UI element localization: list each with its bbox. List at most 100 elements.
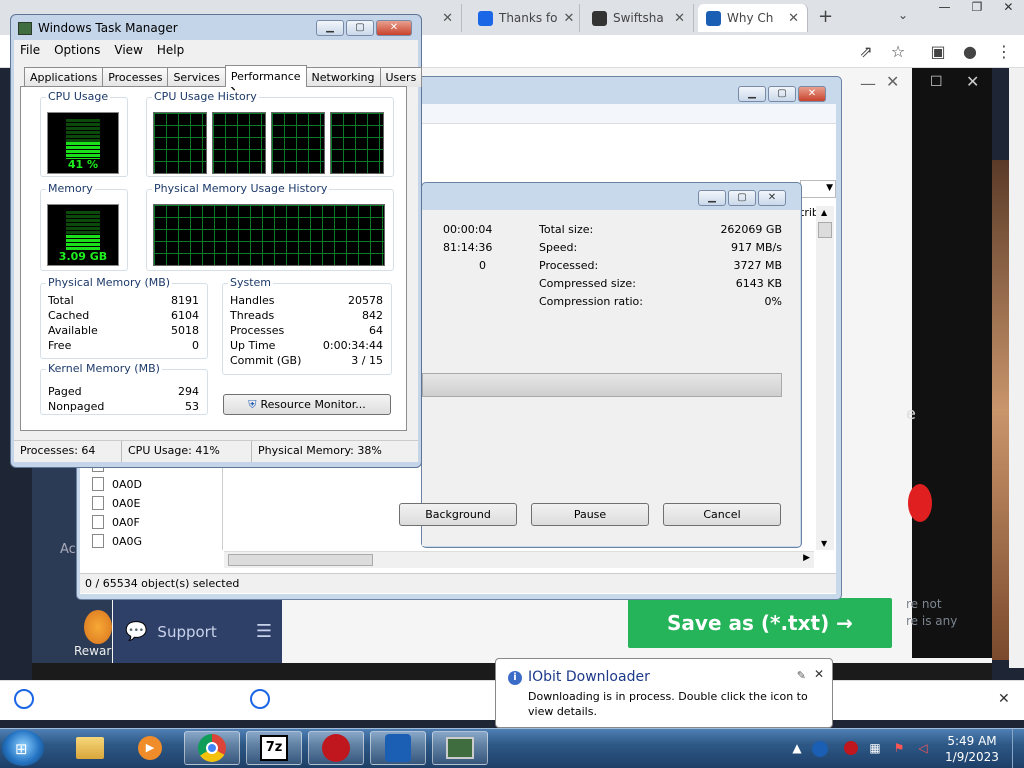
path-dropdown[interactable]: ▼ xyxy=(800,180,836,198)
tray-icon[interactable] xyxy=(844,741,858,755)
cancel-button[interactable]: Cancel xyxy=(663,503,781,526)
close-icon[interactable]: ✕ xyxy=(674,11,685,26)
minimize-icon[interactable]: — xyxy=(860,74,876,93)
close-icon[interactable]: ✕ xyxy=(376,20,412,36)
sidebar-icon[interactable]: ▣ xyxy=(928,42,948,61)
maximize-icon[interactable]: ☐ xyxy=(930,74,943,90)
favicon-icon xyxy=(478,10,493,26)
show-hidden-icons[interactable]: ▲ xyxy=(790,741,804,755)
tab-performance[interactable]: Performance xyxy=(224,65,307,87)
support-bar[interactable]: 💬 Support ☰ xyxy=(113,600,282,663)
pin-icon[interactable]: ✎ xyxy=(797,669,806,682)
row-label: Nonpaged xyxy=(48,400,105,413)
row-label: Paged xyxy=(48,385,82,398)
notification-balloon[interactable]: i IObit Downloader ✎ ✕ Downloading is in… xyxy=(495,658,833,728)
resource-monitor-button[interactable]: ⛨ Resource Monitor... xyxy=(223,394,391,415)
minimize-icon[interactable]: — xyxy=(939,0,951,18)
explorer-taskbar-button[interactable] xyxy=(62,731,118,765)
close-icon[interactable]: ✕ xyxy=(886,72,899,91)
reward-badge[interactable]: Rewar xyxy=(74,610,114,666)
tab-applications[interactable]: Applications xyxy=(24,67,104,87)
file-icon xyxy=(92,496,104,510)
7zip-taskbar-button[interactable]: 7z xyxy=(246,731,302,765)
menu-file[interactable]: File xyxy=(20,43,40,57)
row-label: Threads xyxy=(230,309,275,322)
minimize-icon[interactable]: ▁ xyxy=(316,20,344,36)
media-player-taskbar-button[interactable]: ▶ xyxy=(122,731,178,765)
tab-services[interactable]: Services xyxy=(167,67,226,87)
browser-tab[interactable]: Thanks fo ✕ xyxy=(470,4,580,32)
restore-icon[interactable]: ❐ xyxy=(972,0,983,18)
maximize-icon[interactable]: ▢ xyxy=(346,20,374,36)
kernel-memory-group: Kernel Memory (MB) Paged 294 Nonpaged 53 xyxy=(40,362,208,415)
list-item[interactable]: 0A0F xyxy=(92,513,140,531)
group-label: Physical Memory (MB) xyxy=(46,276,173,289)
close-icon[interactable]: ✕ xyxy=(442,11,453,26)
minimize-icon[interactable]: ▁ xyxy=(698,190,726,206)
maximize-icon[interactable]: ▢ xyxy=(768,86,796,102)
menu-help[interactable]: Help xyxy=(157,43,184,57)
close-icon[interactable]: ✕ xyxy=(788,11,799,26)
tab-users[interactable]: Users xyxy=(379,67,423,87)
profile-icon[interactable]: ● xyxy=(960,42,980,61)
row-label: Available xyxy=(48,324,98,337)
horizontal-scrollbar[interactable]: ▶ xyxy=(224,551,814,568)
iobit-tray-icon[interactable] xyxy=(812,741,828,757)
pause-button[interactable]: Pause xyxy=(531,503,649,526)
close-icon[interactable]: ✕ xyxy=(758,190,786,206)
task-manager-taskbar-button[interactable] xyxy=(432,731,488,765)
download-item-icon[interactable] xyxy=(250,689,270,709)
list-item[interactable]: 0A0D xyxy=(92,475,142,493)
close-icon[interactable]: ✕ xyxy=(966,72,979,91)
iobit-taskbar-button[interactable] xyxy=(308,731,364,765)
vertical-scrollbar[interactable]: ▲ ▼ xyxy=(816,206,834,550)
list-item[interactable]: 0A0E xyxy=(92,494,140,512)
list-item[interactable]: 0A0G xyxy=(92,532,142,550)
close-icon[interactable]: ✕ xyxy=(798,86,826,102)
flag-icon[interactable]: ⚑ xyxy=(892,741,906,755)
save-as-txt-button[interactable]: Save as (*.txt) → xyxy=(628,598,892,648)
scroll-thumb[interactable] xyxy=(228,554,373,566)
share-icon[interactable]: ⇗ xyxy=(856,42,876,61)
volume-icon[interactable]: ◁ xyxy=(916,741,930,755)
arrow-up-icon[interactable]: ▲ xyxy=(821,208,827,217)
arrow-down-icon[interactable]: ▼ xyxy=(821,539,827,548)
network-icon[interactable]: ▦ xyxy=(868,741,882,755)
menu-view[interactable]: View xyxy=(114,43,142,57)
browser-tab[interactable]: Swiftsha ✕ xyxy=(584,4,694,32)
start-button[interactable]: ⊞ xyxy=(2,730,44,766)
arrow-right-icon[interactable]: ▶ xyxy=(803,553,810,563)
page-scrollbar[interactable] xyxy=(1009,68,1024,668)
background-button[interactable]: Background xyxy=(399,503,517,526)
row-label: Handles xyxy=(230,294,275,307)
tab-processes[interactable]: Processes xyxy=(102,67,169,87)
row-value: 8191 xyxy=(171,294,199,307)
progress-bar xyxy=(422,373,782,397)
record-button[interactable] xyxy=(908,484,932,522)
window-controls: ▁ ▢ ✕ xyxy=(696,190,786,206)
chrome-icon xyxy=(198,734,226,762)
notification-title: IObit Downloader xyxy=(528,669,650,685)
clock[interactable]: 5:49 AM 1/9/2023 xyxy=(940,733,1004,765)
download-item-icon[interactable] xyxy=(14,689,34,709)
photo-image xyxy=(992,160,1009,660)
minimize-icon[interactable]: ▁ xyxy=(738,86,766,102)
maximize-icon[interactable]: ▢ xyxy=(728,190,756,206)
scroll-thumb[interactable] xyxy=(818,222,832,238)
show-desktop-button[interactable] xyxy=(1012,729,1024,768)
menu-icon[interactable]: ⋮ xyxy=(994,42,1014,61)
menu-options[interactable]: Options xyxy=(54,43,100,57)
tab-networking[interactable]: Networking xyxy=(305,67,381,87)
close-icon[interactable]: ✕ xyxy=(814,667,824,681)
driver-booster-taskbar-button[interactable] xyxy=(370,731,426,765)
chrome-taskbar-button[interactable] xyxy=(184,731,240,765)
tab-search-icon[interactable]: ⌄ xyxy=(898,8,908,22)
app-icon xyxy=(385,734,411,762)
close-icon[interactable]: ✕ xyxy=(563,11,574,26)
menu-icon[interactable]: ☰ xyxy=(256,621,272,642)
close-icon[interactable]: ✕ xyxy=(1003,0,1013,18)
browser-tab-active[interactable]: Why Ch ✕ xyxy=(698,4,808,32)
bookmark-star-icon[interactable]: ☆ xyxy=(888,42,908,61)
close-icon[interactable]: ✕ xyxy=(998,691,1010,707)
new-tab-button[interactable]: + xyxy=(818,6,833,27)
